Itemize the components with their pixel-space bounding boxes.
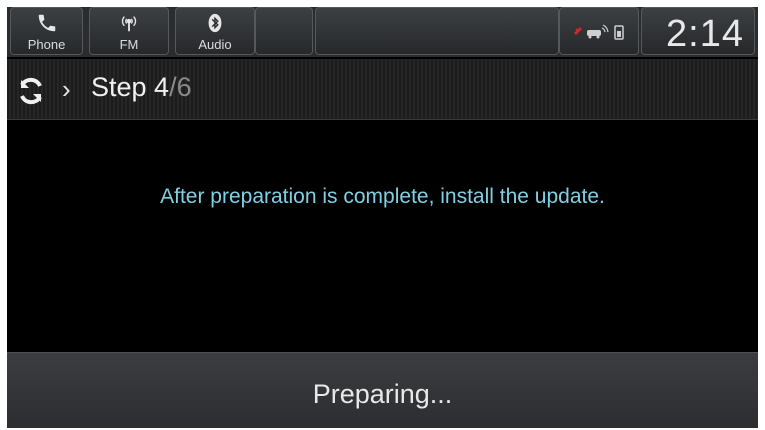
status-icons	[559, 7, 639, 55]
step-header: › Step 4/6	[7, 59, 758, 120]
audio-button[interactable]: Audio	[175, 7, 255, 55]
fm-button[interactable]: FM	[89, 7, 169, 55]
sync-icon	[15, 77, 47, 110]
bluetooth-icon	[176, 12, 254, 33]
status-footer: Preparing...	[7, 352, 758, 428]
phone-battery-icon	[614, 25, 624, 40]
update-message: After preparation is complete, install t…	[160, 185, 605, 208]
phone-label: Phone	[27, 37, 66, 52]
step-current: Step 4	[91, 72, 170, 102]
empty-slot-button[interactable]	[255, 7, 313, 55]
step-total: /6	[169, 72, 192, 102]
car-wifi-icon	[587, 24, 609, 39]
phone-button[interactable]: Phone	[10, 7, 83, 55]
infotainment-screen: Phone FM Audio 2:14 › Step 4/6 After pre…	[7, 7, 758, 428]
signal-icon	[574, 27, 582, 35]
phone-icon	[11, 12, 82, 32]
chevron-right-icon: ›	[62, 74, 71, 104]
radio-icon	[90, 12, 168, 32]
empty-slot-button[interactable]	[315, 7, 559, 55]
clock-panel: 2:14	[641, 7, 755, 55]
top-bar: Phone FM Audio 2:14	[7, 7, 758, 57]
fm-label: FM	[119, 37, 139, 52]
audio-label: Audio	[198, 37, 232, 52]
step-indicator: Step 4/6	[91, 72, 192, 103]
clock-time: 2:14	[666, 13, 744, 55]
preparing-status: Preparing...	[312, 379, 453, 409]
